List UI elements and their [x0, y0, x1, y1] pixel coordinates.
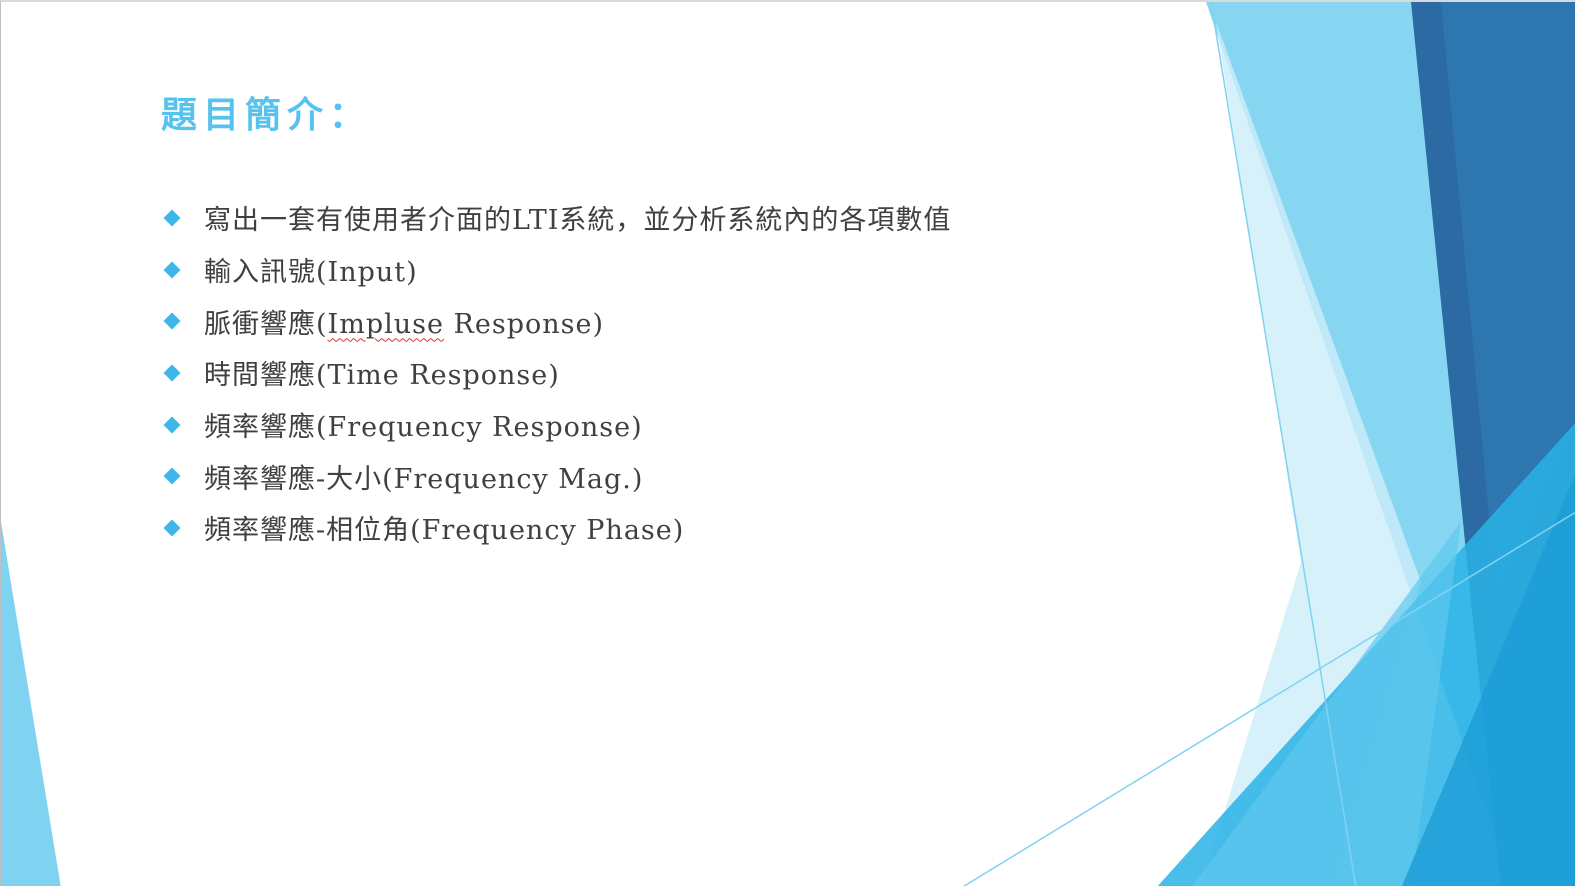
list-item: 脈衝響應(Impluse Response)	[161, 295, 951, 347]
list-item: 時間響應(Time Response)	[161, 347, 951, 399]
diamond-icon	[163, 416, 181, 434]
diamond-icon	[163, 312, 181, 330]
diamond-icon	[163, 364, 181, 382]
diamond-icon	[163, 261, 181, 279]
diamond-icon	[163, 467, 181, 485]
bullet-text: 寫出一套有使用者介面的LTI系統，並分析系統內的各項數值	[204, 205, 952, 237]
bullet-text: 頻率響應-相位角(Frequency Phase)	[204, 515, 685, 547]
list-item: 頻率響應(Frequency Response)	[161, 399, 951, 451]
diamond-icon	[163, 519, 181, 537]
bullet-text: 頻率響應(Frequency Response)	[204, 412, 643, 444]
diamond-icon	[163, 209, 181, 227]
bullet-text: 輸入訊號(Input)	[204, 257, 418, 289]
bullet-text: 頻率響應-大小(Frequency Mag.)	[204, 463, 644, 495]
bullet-list: 寫出一套有使用者介面的LTI系統，並分析系統內的各項數值 輸入訊號(Input)…	[161, 192, 951, 554]
slide: 題目簡介： 寫出一套有使用者介面的LTI系統，並分析系統內的各項數值 輸入訊號(…	[0, 0, 1575, 886]
left-edge-shape	[1, 522, 61, 886]
bullet-text: 脈衝響應(Impluse Response)	[204, 302, 604, 341]
list-item: 頻率響應-相位角(Frequency Phase)	[161, 502, 951, 554]
spellcheck-flagged-word: Impluse	[327, 308, 444, 340]
list-item: 輸入訊號(Input)	[161, 244, 951, 296]
bullet-text: 時間響應(Time Response)	[204, 360, 560, 392]
bullet-text-part: 脈衝響應(	[204, 308, 328, 340]
bullet-text-part: Response)	[443, 308, 605, 340]
list-item: 頻率響應-大小(Frequency Mag.)	[161, 450, 951, 502]
list-item: 寫出一套有使用者介面的LTI系統，並分析系統內的各項數值	[161, 192, 951, 244]
slide-title: 題目簡介：	[161, 94, 372, 136]
